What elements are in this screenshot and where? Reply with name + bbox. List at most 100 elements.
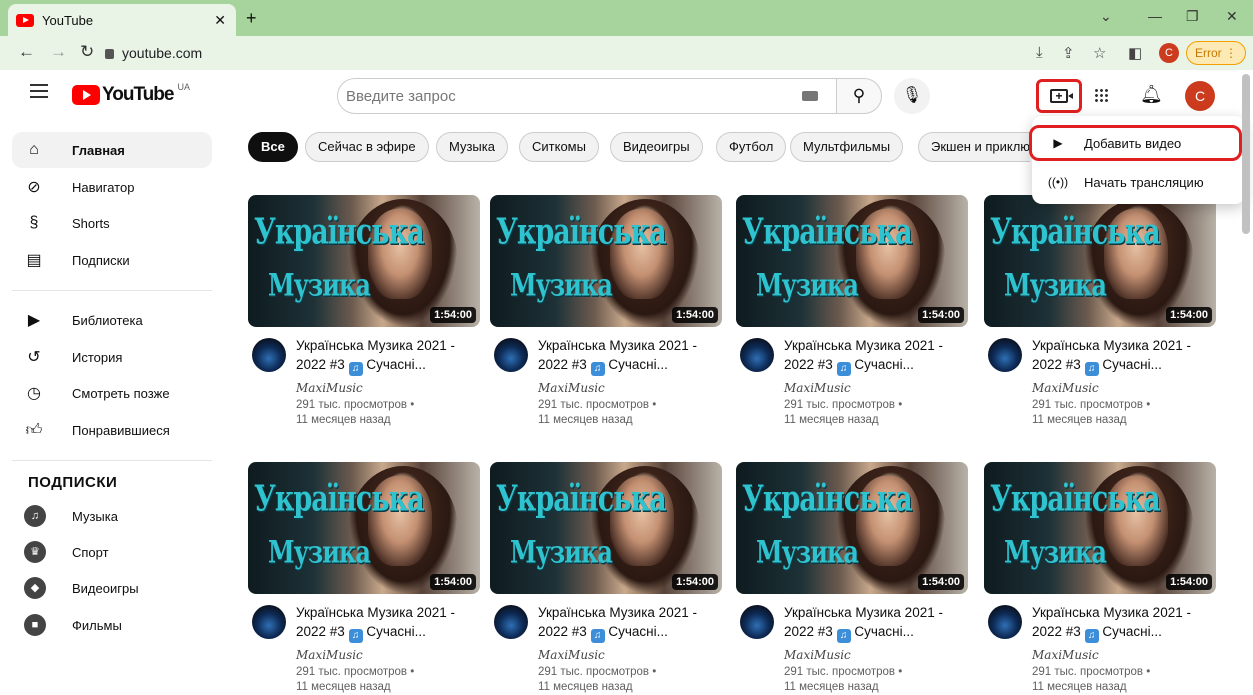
chip-all[interactable]: Все <box>248 132 298 162</box>
sidebar-item-library[interactable]: ▶ Библиотека <box>12 302 212 338</box>
channel-name[interactable]: MaxiMusic <box>538 381 605 395</box>
view-count: 291 тыс. просмотров • <box>538 399 657 411</box>
page-scrollbar[interactable] <box>1242 74 1250 234</box>
channel-avatar[interactable] <box>988 605 1022 639</box>
browser-tab[interactable]: YouTube ✕ <box>8 4 236 36</box>
video-card[interactable]: Українська Музика 1:54:00 Українська Музика… <box>984 195 1216 426</box>
reload-icon[interactable]: ↻ <box>80 42 94 62</box>
forward-icon[interactable]: → <box>50 42 67 62</box>
search-input[interactable]: Введите запрос <box>337 78 837 114</box>
channel-avatar[interactable] <box>988 338 1022 372</box>
sidebar-item-home[interactable]: ⌂ Главная <box>12 132 212 168</box>
sidebar-item-watch-later[interactable]: ◷ Смотреть позже <box>12 375 212 411</box>
channel-name[interactable]: MaxiMusic <box>784 381 851 395</box>
video-title[interactable]: Українська Музика 2021 - 2022 #3 ♫ Сучасн… <box>296 603 476 643</box>
new-tab-icon[interactable]: + <box>246 8 257 29</box>
video-card[interactable]: Українська Музика 1:54:00 Українська Музика… <box>984 462 1216 693</box>
thumbnail-title-line2: Музика <box>1004 265 1107 304</box>
channel-name[interactable]: MaxiMusic <box>538 648 605 662</box>
voice-search-mic-icon[interactable]: 🎙︎ <box>894 78 930 114</box>
menu-item-upload-video[interactable]: ▶ Добавить видео <box>1029 125 1242 161</box>
menu-item-go-live[interactable]: ((•)) Начать трансляцию <box>1032 164 1245 200</box>
video-title[interactable]: Українська Музика 2021 - 2022 #3 ♫ Сучасн… <box>296 336 476 376</box>
channel-name[interactable]: MaxiMusic <box>296 381 363 395</box>
notifications-bell-icon[interactable]: 🔔︎ <box>1140 84 1163 105</box>
video-thumbnail[interactable]: Українська Музика 1:54:00 <box>984 462 1216 594</box>
upload-age: 11 месяцев назад <box>296 414 391 426</box>
menu-hamburger-icon[interactable] <box>30 84 48 98</box>
back-icon[interactable]: ← <box>18 42 35 62</box>
video-title[interactable]: Українська Музика 2021 - 2022 #3 ♫ Сучасн… <box>784 603 964 643</box>
video-card[interactable]: Українська Музика 1:54:00 Українська Музика… <box>248 462 480 693</box>
duration-badge: 1:54:00 <box>918 574 964 590</box>
sidebar-item-subscriptions[interactable]: ▤ Подписки <box>12 242 212 278</box>
channel-name[interactable]: MaxiMusic <box>296 648 363 662</box>
sidebar-sub-movies[interactable]: ■ Фильмы <box>12 607 212 643</box>
film-icon: ■ <box>24 614 46 636</box>
video-card[interactable]: Українська Музика 1:54:00 Українська Музика… <box>736 195 968 426</box>
chip-sitcoms[interactable]: Ситкомы <box>519 132 599 162</box>
chip-live[interactable]: Сейчас в эфире <box>305 132 429 162</box>
video-card[interactable]: Українська Музика 1:54:00 Українська Музика… <box>736 462 968 693</box>
video-thumbnail[interactable]: Українська Музика 1:54:00 <box>248 462 480 594</box>
error-badge[interactable]: Error ⋮ <box>1186 41 1246 65</box>
sidebar-item-shorts[interactable]: § Shorts <box>12 205 212 241</box>
channel-avatar[interactable] <box>740 605 774 639</box>
video-thumbnail[interactable]: Українська Музика 1:54:00 <box>248 195 480 327</box>
upload-video-icon: ▶ <box>1053 136 1063 150</box>
video-title[interactable]: Українська Музика 2021 - 2022 #3 ♫ Сучасн… <box>1032 336 1212 376</box>
chip-music[interactable]: Музыка <box>436 132 508 162</box>
sidebar-item-liked[interactable]: 👍︎ Понравившиеся <box>12 412 212 448</box>
sidebar-item-history[interactable]: ↺ История <box>12 339 212 375</box>
sidebar-sub-music[interactable]: ♫ Музыка <box>12 498 212 534</box>
youtube-logo[interactable]: YouTube UA <box>72 82 190 106</box>
channel-name[interactable]: MaxiMusic <box>1032 648 1099 662</box>
video-title[interactable]: Українська Музика 2021 - 2022 #3 ♫ Сучасн… <box>1032 603 1212 643</box>
video-title[interactable]: Українська Музика 2021 - 2022 #3 ♫ Сучасн… <box>538 603 718 643</box>
side-panel-icon[interactable]: ◧ <box>1128 44 1142 62</box>
video-thumbnail[interactable]: Українська Музика 1:54:00 <box>490 195 722 327</box>
menu-item-label: Добавить видео <box>1084 135 1182 151</box>
install-app-icon[interactable]: ⤓ <box>1036 44 1043 61</box>
apps-grid-icon[interactable] <box>1094 88 1109 103</box>
thumbnail-title-line1: Українська <box>742 479 913 520</box>
create-video-button[interactable]: + <box>1036 79 1082 113</box>
video-title[interactable]: Українська Музика 2021 - 2022 #3 ♫ Сучасн… <box>784 336 964 376</box>
tab-search-chevron-icon[interactable]: ⌄ <box>1100 8 1112 25</box>
channel-avatar[interactable] <box>740 338 774 372</box>
restore-icon[interactable]: ❐ <box>1186 8 1199 25</box>
close-tab-icon[interactable]: ✕ <box>214 12 226 29</box>
sidebar-item-explore[interactable]: ⊘ Навигатор <box>12 169 212 205</box>
bookmark-star-icon[interactable]: ☆ <box>1093 44 1106 62</box>
video-thumbnail[interactable]: Українська Музика 1:54:00 <box>490 462 722 594</box>
video-title[interactable]: Українська Музика 2021 - 2022 #3 ♫ Сучасн… <box>538 336 718 376</box>
minimize-icon[interactable]: — <box>1148 8 1162 24</box>
video-meta: 291 тыс. просмотров • 11 месяцев назад <box>1032 398 1150 428</box>
search-button[interactable]: ⚲ <box>836 78 882 114</box>
channel-name[interactable]: MaxiMusic <box>784 648 851 662</box>
keyboard-icon[interactable] <box>802 91 818 101</box>
video-thumbnail[interactable]: Українська Музика 1:54:00 <box>736 462 968 594</box>
video-thumbnail[interactable]: Українська Музика 1:54:00 <box>736 195 968 327</box>
video-meta: 291 тыс. просмотров • 11 месяцев назад <box>538 398 656 428</box>
sidebar-sub-sport[interactable]: ♛ Спорт <box>12 534 212 570</box>
chip-cartoons[interactable]: Мультфильмы <box>790 132 904 162</box>
video-card[interactable]: Українська Музика 1:54:00 Українська Музика… <box>490 462 722 693</box>
video-thumbnail[interactable]: Українська Музика 1:54:00 <box>984 195 1216 327</box>
channel-avatar[interactable] <box>252 605 286 639</box>
sidebar-sub-gaming[interactable]: ◆ Видеоигры <box>12 570 212 606</box>
chip-videogames[interactable]: Видеоигры <box>610 132 703 162</box>
channel-avatar[interactable] <box>252 338 286 372</box>
chip-football[interactable]: Футбол <box>716 132 787 162</box>
profile-avatar-browser[interactable]: C <box>1159 43 1179 63</box>
video-card[interactable]: Українська Музика 1:54:00 Українська Музика… <box>248 195 480 426</box>
window-close-icon[interactable]: ✕ <box>1226 8 1238 25</box>
video-card[interactable]: Українська Музика 1:54:00 Українська Музика… <box>490 195 722 426</box>
channel-name[interactable]: MaxiMusic <box>1032 381 1099 395</box>
chip-action[interactable]: Экшен и приключения <box>918 132 1030 162</box>
channel-avatar[interactable] <box>494 338 528 372</box>
channel-avatar[interactable] <box>494 605 528 639</box>
share-icon[interactable]: ⇪ <box>1062 44 1075 62</box>
url-field[interactable]: youtube.com <box>105 40 1025 66</box>
account-avatar[interactable]: C <box>1185 81 1215 111</box>
